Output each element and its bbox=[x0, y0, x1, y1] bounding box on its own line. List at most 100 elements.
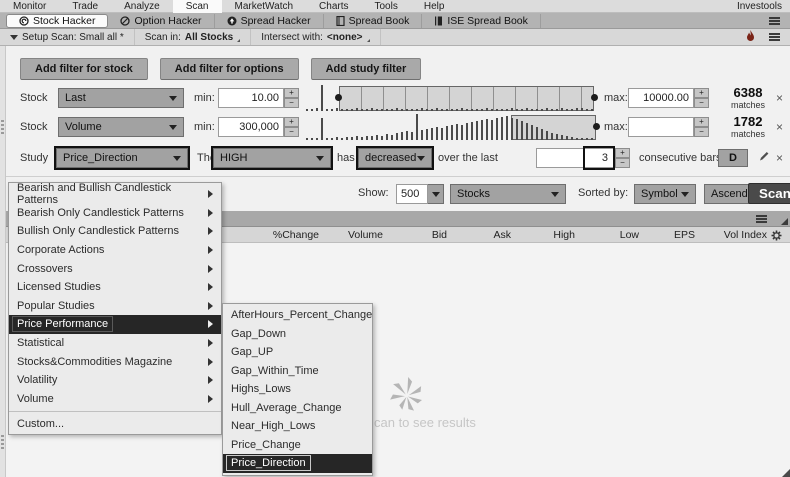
decrement-icon[interactable] bbox=[694, 98, 709, 108]
decrement-icon[interactable] bbox=[284, 127, 299, 137]
menu-item-label: Stocks&Commodities Magazine bbox=[17, 356, 172, 368]
slider-max-handle[interactable] bbox=[593, 123, 600, 130]
menu-item-bearish-only[interactable]: Bearish Only Candlestick Patterns bbox=[9, 204, 221, 223]
sort-field-dropdown[interactable]: Symbol bbox=[634, 184, 696, 204]
splitter-grip[interactable] bbox=[1, 120, 4, 134]
increment-icon[interactable] bbox=[615, 148, 630, 158]
col-header-vol-index[interactable]: Vol Index bbox=[699, 229, 771, 241]
menu-item-price-performance[interactable]: Price Performance bbox=[9, 315, 221, 334]
aggregation-button[interactable]: D bbox=[718, 149, 748, 167]
submenu-item-near-high-lows[interactable]: Near_High_Lows bbox=[223, 417, 372, 436]
submenu-item-price-change[interactable]: Price_Change bbox=[223, 436, 372, 455]
range-slider-last[interactable] bbox=[306, 85, 596, 111]
filter-field-dropdown[interactable]: Volume bbox=[58, 117, 184, 137]
filter-field-dropdown[interactable]: Last bbox=[58, 88, 184, 108]
bars-input[interactable]: 3 bbox=[536, 148, 614, 168]
tab-option-hacker[interactable]: Option Hacker bbox=[108, 14, 214, 28]
menu-item-volume[interactable]: Volume bbox=[9, 390, 221, 409]
menu-analyze[interactable]: Analyze bbox=[111, 0, 173, 13]
price-performance-submenu: AfterHours_Percent_Change Gap_Down Gap_U… bbox=[222, 303, 373, 476]
submenu-item-afterhours[interactable]: AfterHours_Percent_Change bbox=[223, 306, 372, 325]
menu-item-corporate-actions[interactable]: Corporate Actions bbox=[9, 241, 221, 260]
add-filter-for-stock-button[interactable]: Add filter for stock bbox=[20, 58, 148, 80]
menu-monitor[interactable]: Monitor bbox=[0, 0, 59, 13]
increment-icon[interactable] bbox=[694, 88, 709, 98]
scan-in-control[interactable]: Scan in: All Stocks bbox=[135, 29, 252, 45]
window-resize-corner[interactable] bbox=[782, 469, 790, 477]
combo-arrow-button[interactable] bbox=[428, 184, 444, 204]
tab-spread-book[interactable]: Spread Book bbox=[324, 14, 423, 28]
splitter-grip[interactable] bbox=[1, 435, 4, 449]
increment-icon[interactable] bbox=[694, 117, 709, 127]
menu-marketwatch[interactable]: MarketWatch bbox=[222, 0, 307, 13]
increment-icon[interactable] bbox=[284, 88, 299, 98]
bars-stepper[interactable] bbox=[615, 148, 630, 168]
scan-button[interactable]: Scan bbox=[748, 183, 790, 204]
max-stepper[interactable] bbox=[694, 117, 709, 137]
submenu-item-gap-up[interactable]: Gap_UP bbox=[223, 343, 372, 362]
menu-tools[interactable]: Tools bbox=[361, 0, 410, 13]
max-stepper[interactable] bbox=[694, 88, 709, 108]
slider-min-handle[interactable] bbox=[335, 94, 342, 101]
flame-icon[interactable] bbox=[746, 30, 755, 45]
tab-spread-hacker[interactable]: Spread Hacker bbox=[215, 14, 324, 28]
menu-help[interactable]: Help bbox=[411, 0, 458, 13]
col-header-bid[interactable]: Bid bbox=[387, 229, 451, 241]
setup-scan-control[interactable]: Setup Scan: Small all * bbox=[0, 29, 135, 45]
decrement-icon[interactable] bbox=[615, 158, 630, 168]
col-header-low[interactable]: Low bbox=[579, 229, 643, 241]
result-type-dropdown[interactable]: Stocks bbox=[450, 184, 566, 204]
submenu-item-highs-lows[interactable]: Highs_Lows bbox=[223, 380, 372, 399]
decrement-icon[interactable] bbox=[694, 127, 709, 137]
submenu-item-price-direction[interactable]: Price_Direction bbox=[223, 454, 372, 473]
tab-stock-hacker[interactable]: Stock Hacker bbox=[6, 14, 108, 28]
min-stepper[interactable] bbox=[284, 117, 299, 137]
col-header-high[interactable]: High bbox=[515, 229, 579, 241]
submenu-item-gap-down[interactable]: Gap_Down bbox=[223, 325, 372, 344]
tabbar-list-icon[interactable] bbox=[769, 17, 780, 25]
tab-ise-spread-book[interactable]: ISE Spread Book bbox=[422, 14, 541, 28]
menu-trade[interactable]: Trade bbox=[59, 0, 111, 13]
submenu-item-gap-within-time[interactable]: Gap_Within_Time bbox=[223, 362, 372, 381]
menu-item-bullish-only[interactable]: Bullish Only Candlestick Patterns bbox=[9, 222, 221, 241]
close-icon[interactable]: × bbox=[776, 91, 783, 105]
column-settings-gear-icon[interactable] bbox=[771, 229, 782, 241]
menu-item-statistical[interactable]: Statistical bbox=[9, 334, 221, 353]
add-study-filter-button[interactable]: Add study filter bbox=[311, 58, 422, 80]
table-menu-icon[interactable] bbox=[756, 215, 767, 223]
investools-link[interactable]: Investools bbox=[737, 1, 790, 12]
range-slider-volume[interactable] bbox=[306, 114, 596, 140]
menu-item-popular-studies[interactable]: Popular Studies bbox=[9, 297, 221, 316]
min-stepper[interactable] bbox=[284, 88, 299, 108]
menu-item-crossovers[interactable]: Crossovers bbox=[9, 259, 221, 278]
close-icon[interactable]: × bbox=[776, 120, 783, 134]
min-input[interactable]: 10.00 bbox=[218, 88, 284, 108]
show-count-combo[interactable]: 500 bbox=[396, 184, 444, 204]
col-header-pct-change[interactable]: %Change bbox=[259, 229, 323, 241]
intersect-control[interactable]: Intersect with: <none> bbox=[251, 29, 380, 45]
menu-item-bearish-bullish[interactable]: Bearish and Bullish Candlestick Patterns bbox=[9, 185, 221, 204]
increment-icon[interactable] bbox=[284, 117, 299, 127]
menu-item-volatility[interactable]: Volatility bbox=[9, 371, 221, 390]
setupbar-list-icon[interactable] bbox=[769, 33, 780, 41]
min-input[interactable]: 300,000 bbox=[218, 117, 284, 137]
edit-pencil-icon[interactable] bbox=[758, 150, 770, 165]
plot-dropdown[interactable]: HIGH bbox=[213, 148, 331, 168]
menu-charts[interactable]: Charts bbox=[306, 0, 361, 13]
col-header-ask[interactable]: Ask bbox=[451, 229, 515, 241]
menu-item-custom[interactable]: Custom... bbox=[9, 411, 221, 432]
col-header-volume[interactable]: Volume bbox=[323, 229, 387, 241]
max-input[interactable] bbox=[628, 117, 694, 137]
study-dropdown[interactable]: Price_Direction bbox=[56, 148, 188, 168]
close-icon[interactable]: × bbox=[776, 151, 783, 165]
decrement-icon[interactable] bbox=[284, 98, 299, 108]
submenu-item-hull-average-change[interactable]: Hull_Average_Change bbox=[223, 399, 372, 418]
menu-item-licensed-studies[interactable]: Licensed Studies bbox=[9, 278, 221, 297]
max-input[interactable]: 10000.00 bbox=[628, 88, 694, 108]
add-filter-for-options-button[interactable]: Add filter for options bbox=[160, 58, 299, 80]
menu-scan[interactable]: Scan bbox=[173, 0, 222, 13]
col-header-eps[interactable]: EPS bbox=[643, 229, 699, 241]
menu-item-stocks-commodities[interactable]: Stocks&Commodities Magazine bbox=[9, 352, 221, 371]
slider-max-handle[interactable] bbox=[591, 94, 598, 101]
condition-dropdown[interactable]: decreased bbox=[358, 148, 432, 168]
